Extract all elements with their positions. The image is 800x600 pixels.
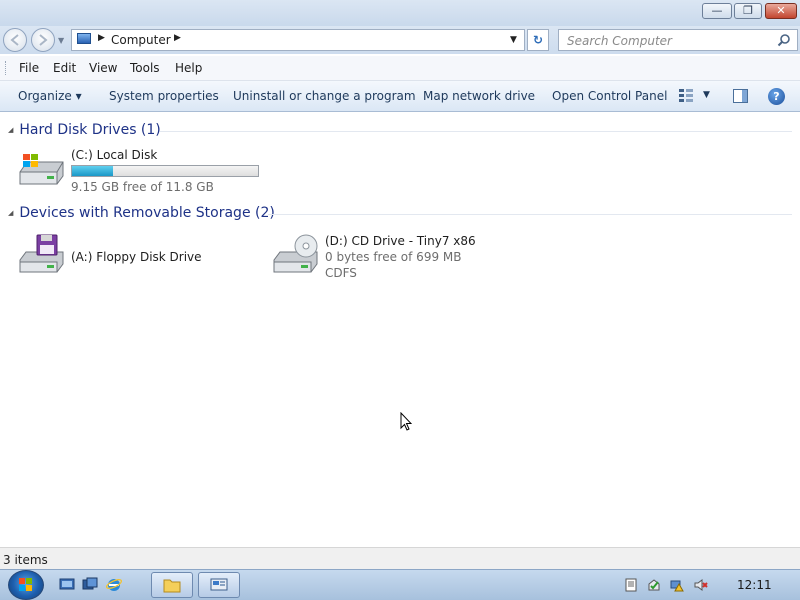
menu-file[interactable]: File bbox=[19, 61, 39, 75]
menu-tools[interactable]: Tools bbox=[130, 61, 160, 75]
folder-icon bbox=[163, 579, 181, 593]
open-control-panel-button[interactable]: Open Control Panel bbox=[552, 89, 667, 103]
floppy-drive-icon bbox=[19, 234, 64, 273]
taskbar-explorer-button[interactable] bbox=[151, 572, 193, 598]
view-options-dropdown-icon[interactable]: ▼ bbox=[703, 90, 710, 100]
status-bar: 3 items bbox=[0, 547, 800, 570]
group-title: Devices with Removable Storage (2) bbox=[19, 205, 275, 221]
change-view-icon[interactable] bbox=[679, 89, 693, 102]
show-desktop-icon[interactable] bbox=[59, 577, 75, 592]
menu-bar: File Edit View Tools Help bbox=[0, 56, 800, 81]
address-dropdown-icon[interactable]: ▼ bbox=[510, 35, 517, 45]
disk-usage-bar bbox=[71, 165, 259, 177]
menu-view[interactable]: View bbox=[89, 61, 117, 75]
drive-item-a[interactable]: (A:) Floppy Disk Drive bbox=[17, 234, 247, 280]
windows-logo-icon bbox=[19, 578, 32, 591]
search-icon[interactable] bbox=[777, 33, 791, 47]
taskbar: 12:11 bbox=[0, 569, 800, 600]
notepad-tray-icon[interactable] bbox=[624, 578, 638, 592]
disk-usage-fill bbox=[72, 166, 113, 176]
drive-name: (C:) Local Disk bbox=[71, 148, 158, 162]
navigation-bar: ▼ ▶ Computer ▶ ▼ ↻ bbox=[0, 26, 800, 54]
breadcrumb-chevron-icon[interactable]: ▶ bbox=[174, 33, 181, 43]
close-button[interactable]: ✕ bbox=[765, 3, 797, 19]
menu-edit[interactable]: Edit bbox=[53, 61, 76, 75]
computer-window-icon bbox=[210, 578, 228, 591]
forward-button[interactable] bbox=[31, 28, 55, 52]
forward-arrow-icon bbox=[39, 34, 48, 46]
group-divider bbox=[160, 131, 792, 132]
start-button[interactable] bbox=[8, 570, 44, 600]
internet-explorer-icon[interactable] bbox=[106, 577, 122, 592]
system-properties-button[interactable]: System properties bbox=[109, 89, 219, 103]
file-view: ◢ Hard Disk Drives (1) (C:) Local Disk 9.… bbox=[0, 112, 800, 547]
group-header-removable-storage[interactable]: ◢ Devices with Removable Storage (2) bbox=[8, 205, 275, 221]
drive-free-space: 0 bytes free of 699 MB bbox=[325, 250, 462, 264]
drive-filesystem: CDFS bbox=[325, 266, 357, 280]
menu-help[interactable]: Help bbox=[175, 61, 202, 75]
action-center-icon[interactable] bbox=[647, 578, 661, 592]
minimize-button[interactable]: — bbox=[702, 3, 732, 19]
back-arrow-icon bbox=[10, 34, 19, 46]
restore-icon: ❐ bbox=[743, 4, 753, 17]
drive-item-c[interactable]: (C:) Local Disk 9.15 GB free of 11.8 GB bbox=[17, 148, 267, 194]
cd-drive-icon bbox=[273, 234, 318, 273]
uninstall-program-button[interactable]: Uninstall or change a program bbox=[233, 89, 416, 103]
search-box[interactable] bbox=[558, 29, 798, 51]
collapse-triangle-icon[interactable]: ◢ bbox=[8, 126, 13, 134]
collapse-triangle-icon[interactable]: ◢ bbox=[8, 209, 13, 217]
breadcrumb-chevron-icon[interactable]: ▶ bbox=[98, 33, 105, 43]
drive-name: (D:) CD Drive - Tiny7 x86 bbox=[325, 234, 476, 248]
drive-free-space: 9.15 GB free of 11.8 GB bbox=[71, 180, 214, 194]
hard-drive-icon bbox=[19, 154, 64, 185]
command-bar: Organize ▾ System properties Uninstall o… bbox=[0, 81, 800, 112]
volume-muted-icon[interactable] bbox=[694, 578, 708, 592]
group-header-hard-disk-drives[interactable]: ◢ Hard Disk Drives (1) bbox=[8, 122, 161, 138]
drive-name: (A:) Floppy Disk Drive bbox=[71, 250, 202, 264]
menu-grip bbox=[5, 61, 9, 75]
window-titlebar: — ❐ ✕ bbox=[0, 0, 800, 26]
mouse-cursor-icon bbox=[400, 412, 412, 431]
system-clock[interactable]: 12:11 bbox=[737, 578, 772, 592]
back-button[interactable] bbox=[3, 28, 27, 52]
preview-pane-icon[interactable] bbox=[733, 89, 748, 103]
search-input[interactable] bbox=[565, 32, 774, 50]
taskbar-computer-button[interactable] bbox=[198, 572, 240, 598]
switch-windows-icon[interactable] bbox=[82, 577, 98, 592]
recent-pages-dropdown[interactable]: ▼ bbox=[58, 36, 64, 45]
computer-icon bbox=[77, 33, 91, 44]
group-divider bbox=[268, 214, 792, 215]
help-icon[interactable]: ? bbox=[768, 88, 785, 105]
close-icon: ✕ bbox=[776, 4, 786, 17]
group-title: Hard Disk Drives (1) bbox=[19, 122, 161, 138]
minimize-icon: — bbox=[711, 4, 723, 17]
refresh-button[interactable]: ↻ bbox=[527, 29, 549, 51]
address-bar[interactable]: ▶ Computer ▶ ▼ bbox=[71, 29, 525, 51]
network-warning-icon[interactable] bbox=[670, 578, 684, 592]
maximize-button[interactable]: ❐ bbox=[734, 3, 762, 19]
drive-item-d[interactable]: (D:) CD Drive - Tiny7 x86 0 bytes free o… bbox=[271, 234, 511, 284]
organize-button[interactable]: Organize ▾ bbox=[18, 89, 82, 103]
breadcrumb-computer[interactable]: Computer bbox=[111, 33, 171, 47]
item-count: 3 items bbox=[3, 553, 48, 567]
map-network-drive-button[interactable]: Map network drive bbox=[423, 89, 535, 103]
